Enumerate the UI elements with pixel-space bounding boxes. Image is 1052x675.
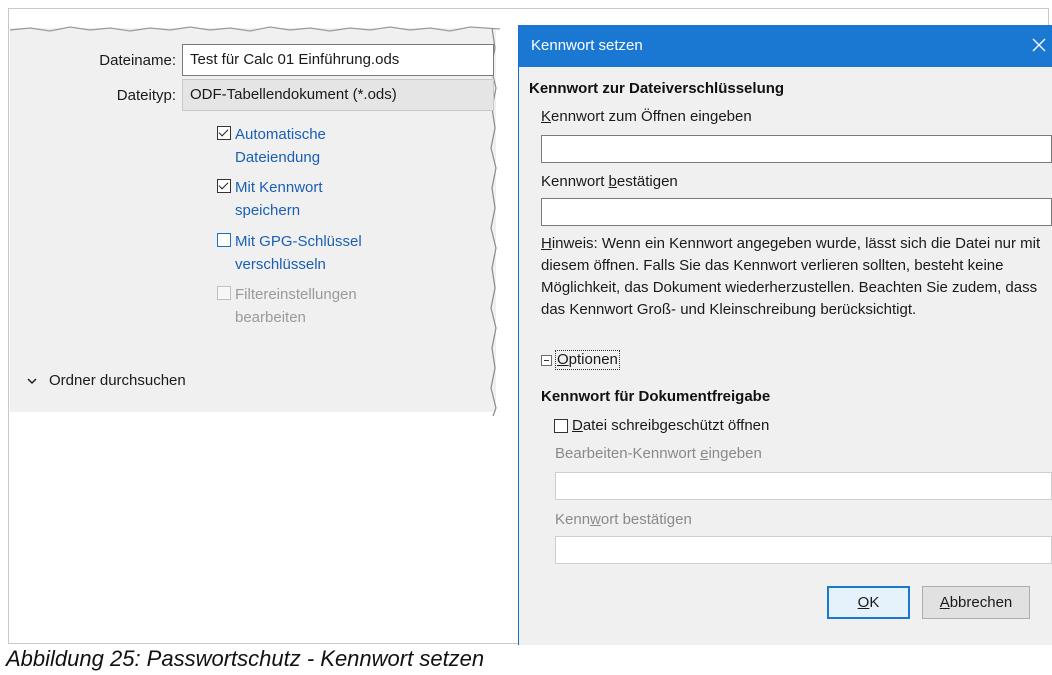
checkbox-icon[interactable] bbox=[554, 418, 568, 433]
checkbox-icon[interactable] bbox=[217, 179, 231, 193]
figure-caption: Abbildung 25: Passwortschutz - Kennwort … bbox=[6, 646, 485, 671]
browse-folders-toggle[interactable]: Ordner durchsuchen bbox=[27, 372, 186, 389]
browse-folders-label: Ordner durchsuchen bbox=[49, 372, 186, 389]
filetype-label: Dateityp: bbox=[116, 87, 176, 104]
open-password-label: Kennwort zum Öffnen eingeben bbox=[541, 108, 752, 125]
checkbox-icon bbox=[217, 286, 231, 300]
collapse-icon[interactable] bbox=[541, 354, 552, 366]
password-note: Hinweis: Wenn ein Kennwort angegeben wur… bbox=[541, 235, 1041, 318]
filter-settings-label: Filtereinstellungen bearbeiten bbox=[235, 286, 357, 326]
readonly-label: Datei schreibgeschützt öffnen bbox=[572, 417, 770, 434]
filetype-select[interactable]: ODF-Tabellendokument (*.ods) bbox=[182, 79, 494, 111]
set-password-dialog: Kennwort setzen Kennwort zur Dateiversch… bbox=[518, 25, 1052, 645]
chevron-down-icon bbox=[27, 377, 37, 384]
open-password-input[interactable] bbox=[541, 135, 1052, 163]
options-toggle[interactable]: Optionen bbox=[541, 350, 620, 370]
edit-password-label: Bearbeiten-Kennwort eingeben bbox=[555, 445, 762, 462]
confirm-password-label: Kennwort bestätigen bbox=[541, 173, 678, 190]
torn-edge-top bbox=[10, 26, 500, 32]
gpg-encrypt-checkbox[interactable]: Mit GPG-Schlüssel verschlüsseln bbox=[217, 230, 385, 276]
ok-button[interactable]: OK bbox=[827, 586, 910, 619]
readonly-checkbox[interactable]: Datei schreibgeschützt öffnen bbox=[554, 417, 769, 434]
save-with-password-label: Mit Kennwort speichern bbox=[235, 179, 323, 219]
edit-confirm-password-input bbox=[555, 536, 1052, 564]
edit-password-input bbox=[555, 472, 1052, 500]
gpg-encrypt-label: Mit GPG-Schlüssel verschlüsseln bbox=[235, 233, 362, 273]
cancel-button[interactable]: Abbrechen bbox=[922, 586, 1030, 619]
close-icon[interactable] bbox=[1030, 36, 1048, 54]
confirm-password-input[interactable] bbox=[541, 198, 1052, 226]
filename-input[interactable]: Test für Calc 01 Einführung.ods bbox=[182, 44, 494, 76]
options-label: Optionen bbox=[555, 350, 620, 370]
edit-confirm-password-label: Kennwort bestätigen bbox=[555, 511, 692, 528]
title-bar: Kennwort setzen bbox=[519, 25, 1052, 67]
sharing-section-heading: Kennwort für Dokumentfreigabe bbox=[541, 388, 771, 405]
filter-settings-checkbox: Filtereinstellungen bearbeiten bbox=[217, 283, 385, 329]
auto-extension-checkbox[interactable]: Automatische Dateiendung bbox=[217, 123, 385, 169]
dialog-title: Kennwort setzen bbox=[531, 37, 643, 54]
checkbox-icon[interactable] bbox=[217, 233, 231, 247]
checkbox-icon[interactable] bbox=[217, 126, 231, 140]
filename-label: Dateiname: bbox=[99, 52, 176, 69]
save-with-password-checkbox[interactable]: Mit Kennwort speichern bbox=[217, 176, 385, 222]
auto-extension-label: Automatische Dateiendung bbox=[235, 126, 326, 166]
encryption-section-heading: Kennwort zur Dateiverschlüsselung bbox=[529, 80, 785, 97]
